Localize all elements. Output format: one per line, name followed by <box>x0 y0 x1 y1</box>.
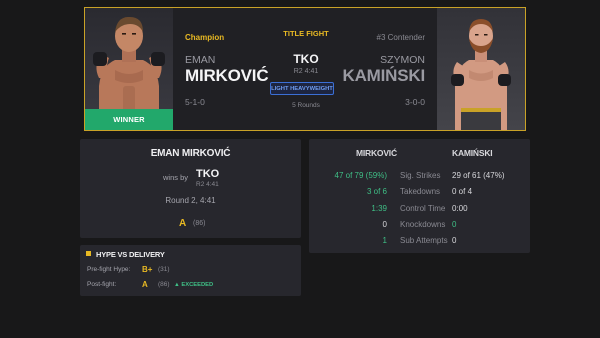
hype-prefight-label: Pre-fight Hype: <box>87 266 131 273</box>
hype-prefight-score: (31) <box>158 266 170 273</box>
fighter-right-record: 3-0-0 <box>405 97 425 107</box>
hype-postfight-score: (86) <box>158 281 170 288</box>
hype-title: HYPE VS DELIVERY <box>96 250 165 259</box>
fighter-portrait-icon <box>451 19 511 130</box>
stat-right-value: 29 of 61 (47%) <box>452 171 505 180</box>
result-panel: EMAN MIRKOVIĆ wins by TKO R2 4:41 Round … <box>80 139 301 238</box>
stat-right-value: 0:00 <box>452 204 468 213</box>
stat-row: 3 of 6 Takedowns 0 of 4 <box>309 187 530 199</box>
fight-card: WINNER Champion EMAN MIRKOVIĆ 5-1-0 TITL… <box>84 7 526 131</box>
stat-left-value: 47 of 79 (59%) <box>334 171 387 180</box>
stat-right-value: 0 of 4 <box>452 187 473 196</box>
stat-row: 1 Sub Attempts 0 <box>309 236 530 248</box>
stat-label: Knockdowns <box>400 220 446 229</box>
stat-row: 0 Knockdowns 0 <box>309 220 530 232</box>
hype-postfight-label: Post-fight: <box>87 281 117 288</box>
wins-by-label: wins by <box>163 173 189 182</box>
stat-label: Sig. Strikes <box>400 171 441 180</box>
hype-exceeded-badge: ▲ EXCEEDED <box>174 282 214 288</box>
hype-marker-icon <box>86 251 91 256</box>
hype-prefight-row: Pre-fight Hype: B+ (31) <box>87 265 287 276</box>
result-method: TKO <box>196 168 220 180</box>
stats-header-right: KAMIŃSKI <box>452 148 493 158</box>
hype-postfight-grade: A <box>142 280 148 289</box>
hype-prefight-grade: B+ <box>142 265 153 274</box>
result-round-text: Round 2, 4:41 <box>165 196 216 205</box>
winner-name: EMAN MIRKOVIĆ <box>150 148 231 159</box>
result-time: R2 4:41 <box>196 181 219 188</box>
fighter-left-last-name: MIRKOVIĆ <box>185 66 269 85</box>
stat-label: Takedowns <box>400 187 441 196</box>
stats-header-left: MIRKOVIĆ <box>356 148 397 158</box>
winner-badge: WINNER <box>85 109 173 130</box>
stat-row: 47 of 79 (59%) Sig. Strikes 29 of 61 (47… <box>309 171 530 183</box>
weight-class-badge: LIGHT HEAVYWEIGHT <box>270 82 334 95</box>
fighter-left-first-name: EMAN <box>185 54 216 66</box>
fighter-portrait-right <box>437 8 525 130</box>
result-score: (86) <box>193 220 206 227</box>
fighter-left-role: Champion <box>185 33 225 42</box>
stat-left-value: 3 of 6 <box>366 187 387 196</box>
stat-left-value: 1 <box>382 236 387 245</box>
hype-postfight-row: Post-fight: A (86) ▲ EXCEEDED <box>87 280 287 291</box>
stat-left-value: 0 <box>382 220 387 229</box>
stat-right-value: 0 <box>452 236 457 245</box>
fighter-left-record: 5-1-0 <box>185 97 205 107</box>
fighter-portrait-left: WINNER <box>85 8 173 130</box>
result-grade: A <box>179 218 187 229</box>
stat-label: Sub Attempts <box>400 236 448 245</box>
hype-panel: HYPE VS DELIVERY Pre-fight Hype: B+ (31)… <box>80 245 301 296</box>
fighter-right-role: #3 Contender <box>376 33 425 42</box>
fighter-right-last-name: KAMIŃSKI <box>342 66 426 85</box>
stat-row: 1:39 Control Time 0:00 <box>309 204 530 216</box>
stat-left-value: 1:39 <box>371 204 387 213</box>
stat-label: Control Time <box>400 204 446 213</box>
fighter-right-info: #3 Contender SZYMON KAMIŃSKI 3-0-0 <box>335 8 426 130</box>
fighter-right-first-name: SZYMON <box>380 54 425 66</box>
stat-right-value: 0 <box>452 220 457 229</box>
stats-panel: MIRKOVIĆ KAMIŃSKI 47 of 79 (59%) Sig. St… <box>309 139 530 253</box>
